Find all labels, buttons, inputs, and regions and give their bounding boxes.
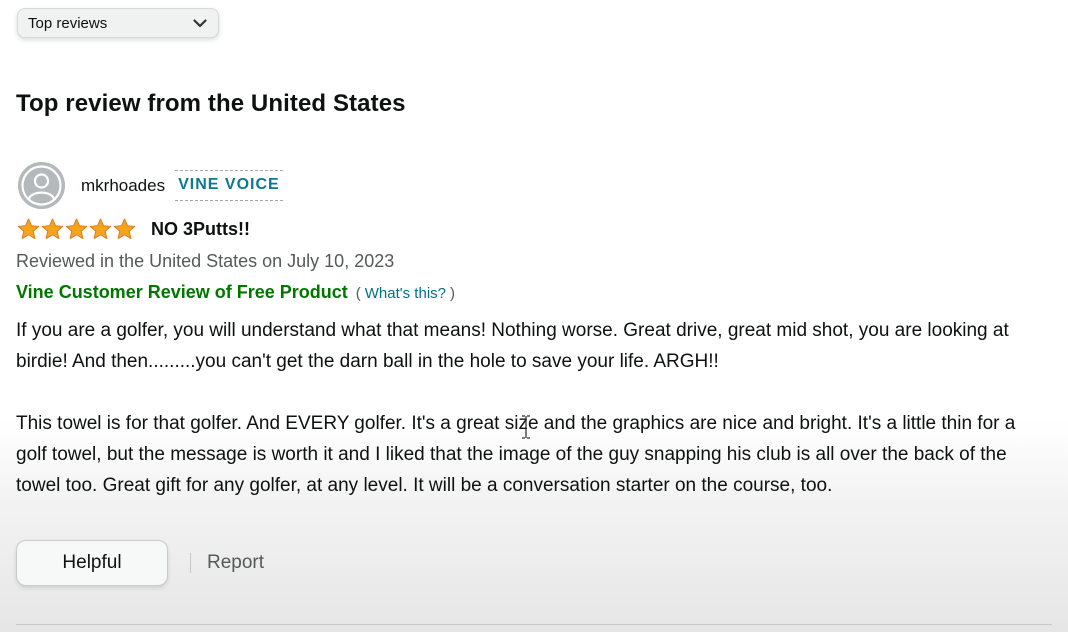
text-cursor-icon	[520, 414, 532, 440]
actions-divider	[190, 553, 191, 573]
whats-this-link[interactable]: What's this?	[365, 285, 446, 302]
sort-reviews-dropdown[interactable]: Top reviews	[17, 8, 219, 38]
user-avatar-icon	[18, 162, 65, 209]
star-icon	[41, 218, 64, 240]
star-icon	[113, 218, 136, 240]
rating-row: NO 3Putts!!	[17, 218, 250, 240]
star-icon	[17, 218, 40, 240]
review-paragraph: If you are a golfer, you will understand…	[16, 320, 1009, 372]
review-title[interactable]: NO 3Putts!!	[151, 219, 250, 240]
section-title: Top review from the United States	[16, 90, 406, 117]
report-link[interactable]: Report	[207, 552, 264, 574]
chevron-down-icon	[192, 15, 208, 31]
vine-review-label: Vine Customer Review of Free Product ( W…	[16, 282, 455, 303]
reviewer-profile[interactable]: mkrhoades VINE VOICE	[18, 162, 283, 209]
review-date: Reviewed in the United States on July 10…	[16, 251, 395, 271]
review-actions: Helpful Report	[16, 540, 264, 586]
sort-reviews-selected: Top reviews	[28, 14, 108, 32]
star-icon	[65, 218, 88, 240]
reviewer-name[interactable]: mkrhoades	[81, 176, 165, 196]
star-rating[interactable]	[17, 218, 137, 240]
section-divider	[16, 624, 1052, 625]
helpful-button[interactable]: Helpful	[16, 540, 168, 586]
paren-open: (	[355, 285, 361, 302]
vine-review-text: Vine Customer Review of Free Product	[16, 282, 348, 302]
star-icon	[89, 218, 112, 240]
review-body: If you are a golfer, you will understand…	[16, 315, 1046, 501]
paren-close: )	[450, 285, 455, 302]
vine-voice-badge: VINE VOICE	[175, 170, 283, 201]
